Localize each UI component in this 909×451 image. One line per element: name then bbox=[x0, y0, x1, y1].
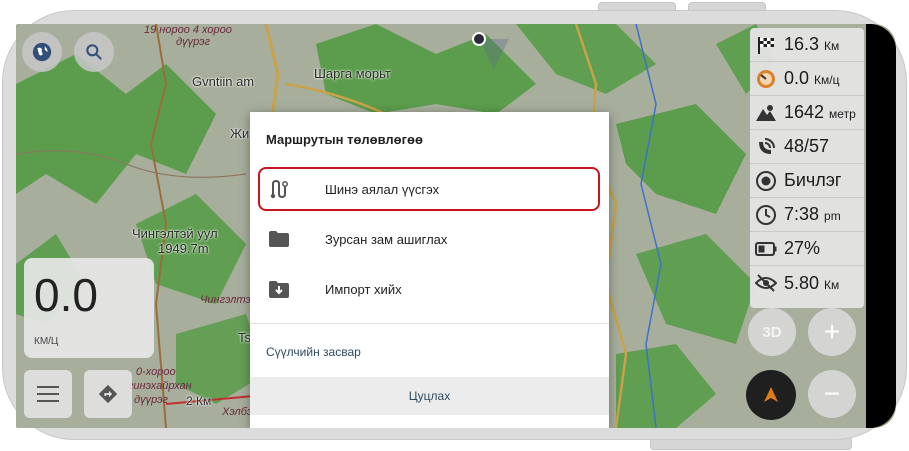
info-unit: Км bbox=[824, 39, 840, 53]
info-row-time[interactable]: 7:38 pm bbox=[750, 198, 864, 232]
directions-button[interactable] bbox=[84, 370, 132, 418]
info-value: 16.3 bbox=[784, 34, 820, 54]
globe-button[interactable] bbox=[22, 32, 62, 72]
map-label: дүүрэг bbox=[176, 36, 210, 48]
menu-item-drawn-route[interactable]: Зурсан зам ашиглах bbox=[250, 214, 609, 264]
map-label: дүүрэг bbox=[134, 394, 168, 406]
visibility-icon bbox=[754, 271, 778, 295]
record-icon bbox=[754, 169, 778, 193]
search-icon bbox=[86, 44, 102, 60]
menu-icon bbox=[37, 386, 59, 402]
info-value: 7:38 bbox=[784, 204, 820, 224]
info-row-record[interactable]: Бичлэг bbox=[750, 164, 864, 198]
info-unit: pm bbox=[824, 209, 841, 223]
map-label: Чингэлтэй уул bbox=[132, 226, 218, 241]
speed-widget[interactable]: 0.0 КМ/Ц bbox=[24, 258, 154, 358]
map-screen: 19 нороо 4 хороо дүүрэг Gvntiin am Шарга… bbox=[16, 24, 896, 428]
screen-edge bbox=[866, 24, 896, 428]
info-value: 5.80 bbox=[784, 272, 820, 293]
info-unit: метр bbox=[829, 107, 856, 121]
zoom-in-button[interactable]: + bbox=[808, 308, 856, 356]
clock-icon bbox=[754, 203, 778, 227]
info-row-speed[interactable]: 0.0 Км/ц bbox=[750, 62, 864, 96]
menu-item-import[interactable]: Импорт хийх bbox=[250, 264, 609, 314]
last-edit-link[interactable]: Сүүлчийн засвар bbox=[266, 345, 361, 359]
map-label: Gvntiin am bbox=[192, 74, 255, 89]
route-planning-dialog: Маршрутын төлөвлөгөө Шинэ аялал үүсгэх З… bbox=[250, 112, 609, 428]
map-scale-label: 2 Км bbox=[186, 394, 212, 408]
menu-item-label: Импорт хийх bbox=[325, 281, 402, 297]
zoom-out-button[interactable]: − bbox=[808, 370, 856, 418]
folder-icon bbox=[268, 228, 290, 250]
map-label: 1949.7m bbox=[158, 241, 209, 256]
info-row-visibility[interactable]: 5.80 Км bbox=[750, 266, 864, 300]
search-button[interactable] bbox=[74, 32, 114, 72]
map-label: 0-хороо bbox=[136, 366, 176, 378]
globe-icon bbox=[32, 42, 52, 62]
battery-icon bbox=[754, 237, 778, 261]
map-label: Чингэлтэй bbox=[200, 294, 257, 306]
map-label: Жи bbox=[230, 126, 250, 141]
highlight-box bbox=[258, 167, 600, 211]
menu-button[interactable] bbox=[24, 370, 72, 418]
map-label: Шарга морьт bbox=[314, 66, 391, 81]
3d-button[interactable]: 3D bbox=[748, 308, 796, 356]
cancel-button[interactable]: Цуцлах bbox=[250, 377, 609, 415]
menu-item-label: Зурсан зам ашиглах bbox=[325, 231, 448, 247]
directions-icon bbox=[98, 384, 118, 404]
map-label: Хэлбэ bbox=[222, 406, 253, 418]
info-row-battery[interactable]: 27% bbox=[750, 232, 864, 266]
info-row-gps[interactable]: 48/57 bbox=[750, 130, 864, 164]
info-value: 0.0 bbox=[784, 68, 810, 88]
finish-flag-icon bbox=[754, 33, 778, 57]
gps-satellite-icon bbox=[754, 135, 778, 159]
info-row-altitude[interactable]: 1642 метр bbox=[750, 96, 864, 130]
info-unit: Км bbox=[824, 277, 840, 292]
info-value: Бичлэг bbox=[784, 170, 842, 190]
navigation-button[interactable] bbox=[746, 370, 796, 420]
info-row-distance[interactable]: 16.3 Км bbox=[750, 28, 864, 62]
navigation-arrow-icon bbox=[764, 387, 778, 402]
dialog-title: Маршрутын төлөвлөгөө bbox=[266, 132, 423, 147]
dialog-divider bbox=[250, 323, 609, 324]
altitude-icon bbox=[754, 101, 778, 125]
speed-unit: КМ/Ц bbox=[34, 336, 59, 347]
info-value: 1642 bbox=[784, 102, 825, 122]
info-unit: Км/ц bbox=[814, 73, 840, 87]
speedometer-icon bbox=[754, 67, 778, 91]
info-value: 27% bbox=[784, 238, 821, 258]
import-icon bbox=[268, 278, 290, 300]
map-label: 19 нороо 4 хороо bbox=[144, 24, 232, 36]
info-value: 48/57 bbox=[784, 136, 830, 156]
map-label: гинэхайрхан bbox=[128, 380, 192, 392]
speed-value: 0.0 bbox=[34, 269, 98, 321]
info-panel: 16.3 Км 0.0 Км/ц 1642 метр 48/57 Бичлэг … bbox=[750, 28, 864, 308]
